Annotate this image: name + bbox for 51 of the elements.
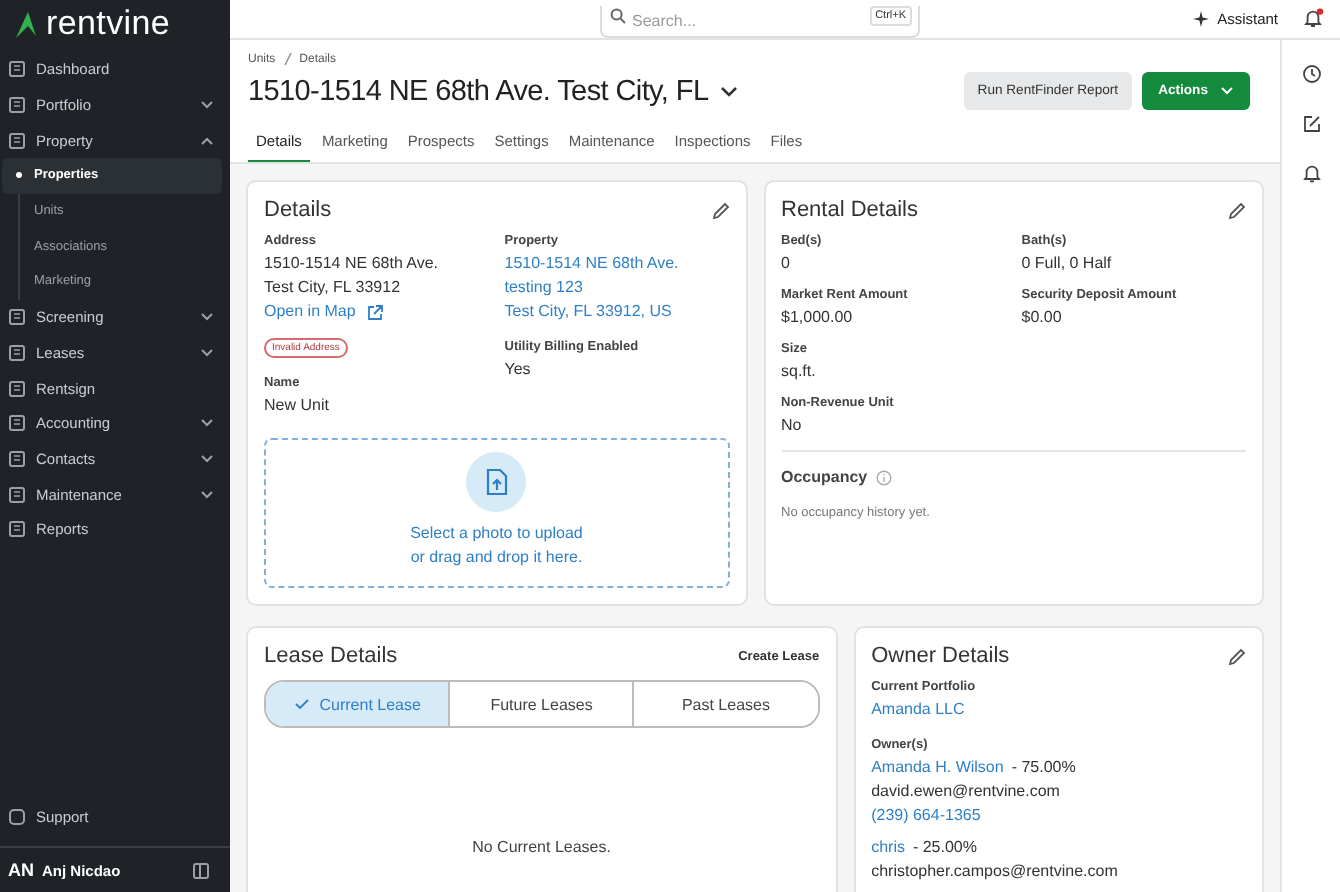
field-value: Yes [504,358,533,382]
bell-icon[interactable] [1301,164,1321,184]
field-value: No [781,414,804,438]
chevron-down-icon[interactable] [720,85,739,97]
owner-share: - 25.00% [912,836,977,860]
bell-icon[interactable] [1302,8,1324,30]
sparkle-icon [1191,10,1210,28]
section-title: Occupancy [781,468,868,486]
property-link[interactable]: Test City, FL 33912, US [504,300,729,324]
card-title: Owner Details [871,644,1010,668]
upload-hint: Select a photo to upload [410,522,583,546]
external-link-icon[interactable] [365,303,384,321]
panel-toggle-icon[interactable] [192,861,210,879]
owner-share: - 75.00% [1011,756,1076,780]
check-icon [293,698,310,710]
card-title: Rental Details [781,198,918,222]
caret-icon [1220,86,1234,96]
field-value: 1510-1514 NE 68th Ave. [264,252,441,276]
leaf-logo-icon [12,8,40,40]
owner-link[interactable]: chris [871,836,905,860]
upload-dropzone[interactable]: Select a photo to upload or drag and drop it here. [264,438,729,588]
field-value: 0 [781,252,792,276]
card-title: Lease Details [264,644,398,668]
empty-message: No Current Leases. [470,838,613,860]
property-link[interactable]: 1510-1514 NE 68th Ave. [504,252,729,276]
clock-icon[interactable] [1301,64,1321,84]
field-value: $1,000.00 [781,306,855,330]
edit-icon[interactable] [1228,201,1246,219]
edit-note-icon[interactable] [1301,114,1321,134]
portfolio-link[interactable]: Amanda LLC [871,698,1246,722]
field-value: sq.ft. [781,360,818,384]
upload-hint: or drag and drop it here. [410,546,583,570]
owner-link[interactable]: Amanda H. Wilson [871,756,1004,780]
owner-email: david.ewen@rentvine.com [871,780,1062,804]
segment-tab[interactable]: Past Leases [632,682,818,726]
field-value: New Unit [264,394,331,418]
slash-icon [283,52,292,66]
card-title: Details [264,198,332,222]
phone-link[interactable]: (239) 664-1365 [871,804,1246,828]
logo-text: rentvine [46,4,171,44]
edit-icon[interactable] [1227,647,1246,665]
field-value: $0.00 [1021,306,1064,330]
edit-icon[interactable] [711,201,729,219]
file-upload-icon [466,452,527,512]
user-initials: AN [8,860,34,880]
page-title: 1510-1514 NE 68th Ave. Test City, FL [248,75,709,107]
map-link[interactable]: Open in Map [264,300,356,324]
owner-email: christopher.campos@rentvine.com [871,860,1120,884]
property-link[interactable]: testing 123 [504,276,729,300]
field-value: 0 Full, 0 Half [1021,252,1114,276]
field-value: Test City, FL 33912 [264,276,403,300]
